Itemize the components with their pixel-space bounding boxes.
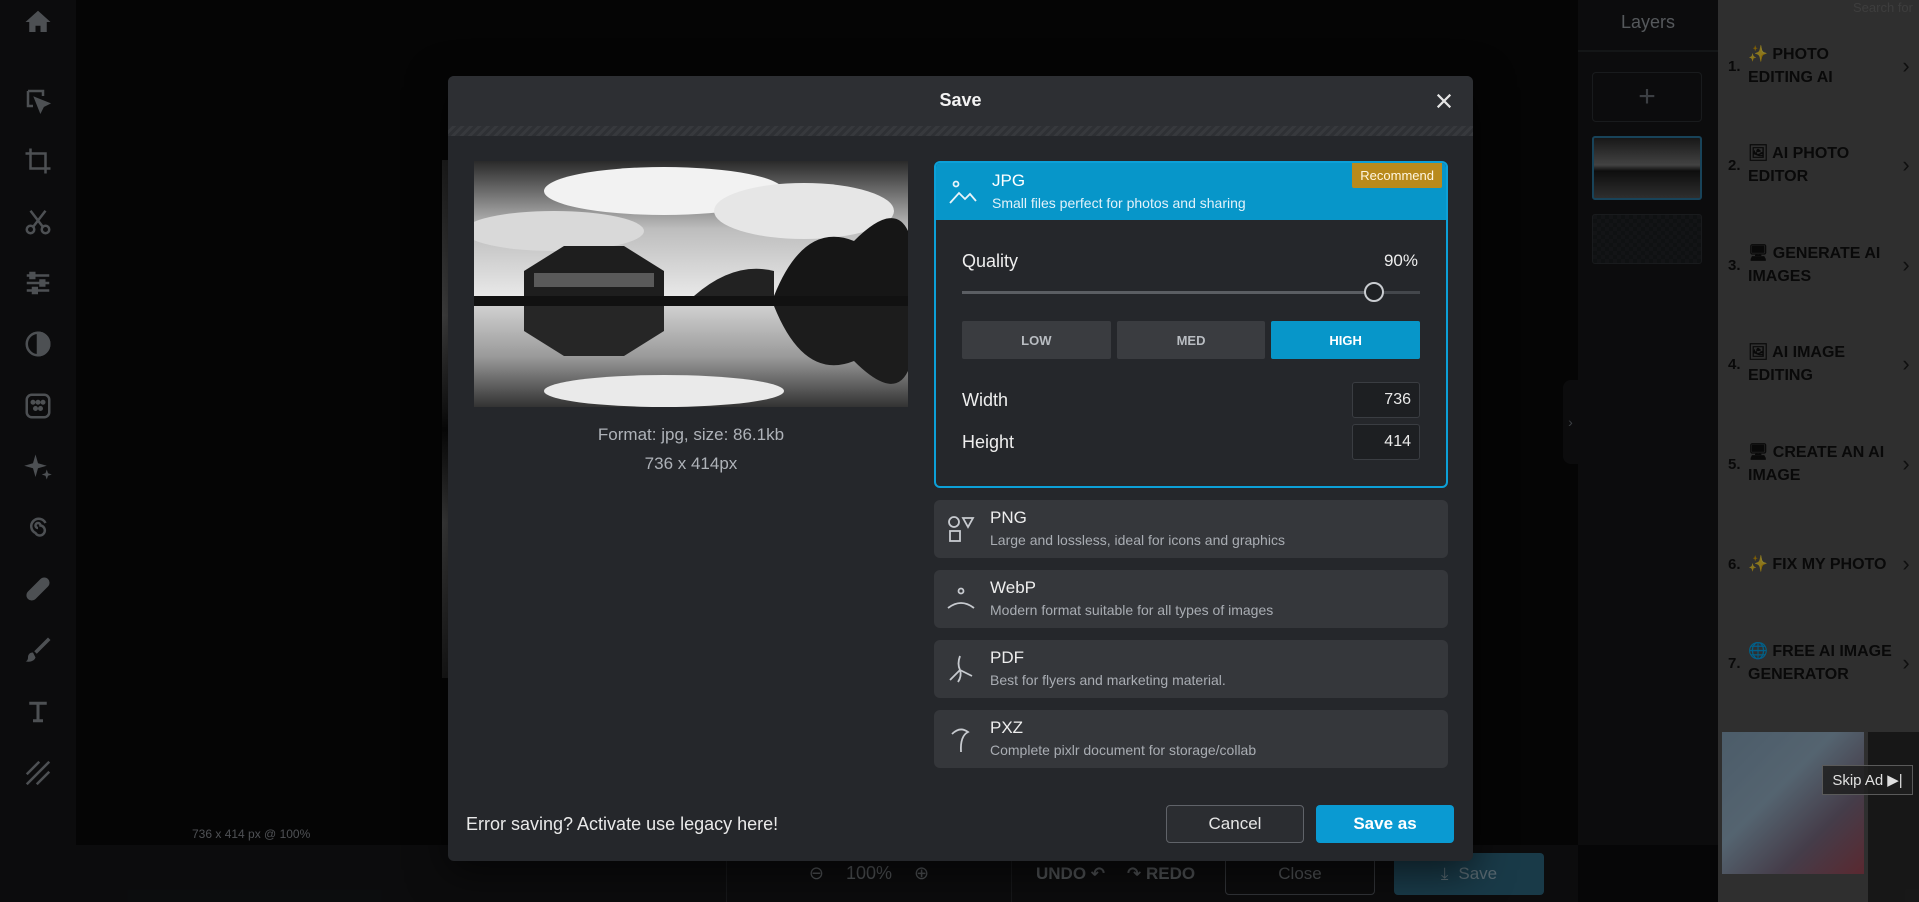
dialog-header: Save xyxy=(448,76,1473,126)
format-name: PXZ xyxy=(990,718,1024,737)
save-dialog: Save Format: jpg, size: 86.1kb 736 x 414… xyxy=(448,76,1473,861)
preview-size-text: 736 x 414px xyxy=(644,454,738,473)
quality-value: 90% xyxy=(1383,251,1418,270)
format-description: Large and lossless, ideal for icons and … xyxy=(990,532,1285,548)
quality-med-button[interactable]: MED xyxy=(1116,321,1266,359)
quality-presets: LOW MED HIGH xyxy=(962,321,1421,359)
shapes-icon xyxy=(946,514,976,544)
pixlr-editor: 736 x 414 px @ 100% ⊖ 100% ⊕ UNDO ↶ ↷ RE… xyxy=(0,0,1919,902)
quality-slider-fill xyxy=(962,291,1375,294)
preview-format-text: Format: jpg, size: 86.1kb xyxy=(597,425,785,444)
preview-photo-icon xyxy=(474,161,908,407)
format-description: Best for flyers and marketing material. xyxy=(990,672,1226,688)
quality-label: Quality xyxy=(962,251,1019,271)
pixlr-icon xyxy=(946,724,976,754)
format-option-pxz[interactable]: PXZ Complete pixlr document for storage/… xyxy=(934,710,1448,768)
close-icon[interactable] xyxy=(1431,88,1457,114)
format-option-pdf[interactable]: PDF Best for flyers and marketing materi… xyxy=(934,640,1448,698)
use-legacy-link[interactable]: Error saving? Activate use legacy here! xyxy=(466,814,778,835)
pdf-icon xyxy=(946,654,976,684)
format-option-jpg[interactable]: JPG Small files perfect for photos and s… xyxy=(936,163,1446,220)
format-option-jpg-expanded: JPG Small files perfect for photos and s… xyxy=(934,161,1448,488)
save-as-button[interactable]: Save as xyxy=(1316,805,1454,843)
cancel-button[interactable]: Cancel xyxy=(1166,805,1304,843)
quality-high-button[interactable]: HIGH xyxy=(1271,321,1421,359)
format-name: PNG xyxy=(990,508,1027,527)
image-preview xyxy=(474,161,908,407)
webp-landscape-icon xyxy=(946,584,976,614)
format-description: Small files perfect for photos and shari… xyxy=(992,195,1246,211)
width-label: Width xyxy=(962,390,1009,410)
recommend-badge: Recommend xyxy=(1352,163,1442,188)
width-input[interactable] xyxy=(1352,382,1420,418)
height-label: Height xyxy=(962,432,1015,452)
quality-slider[interactable] xyxy=(962,282,1420,302)
preview-info: Format: jpg, size: 86.1kb 736 x 414px xyxy=(474,420,908,478)
landscape-icon xyxy=(948,177,978,207)
format-name: JPG xyxy=(992,171,1026,190)
skip-ad-button[interactable]: Skip Ad ▶| xyxy=(1822,765,1913,795)
format-option-png[interactable]: PNG Large and lossless, ideal for icons … xyxy=(934,500,1448,558)
skip-icon: ▶| xyxy=(1887,772,1903,789)
skip-ad-label: Skip Ad xyxy=(1832,771,1884,789)
format-name: PDF xyxy=(990,648,1024,667)
format-name: WebP xyxy=(990,578,1036,597)
header-divider xyxy=(448,126,1473,136)
dialog-title: Save xyxy=(939,90,982,110)
height-input[interactable] xyxy=(1352,424,1420,460)
quality-low-button[interactable]: LOW xyxy=(962,321,1111,359)
quality-slider-thumb[interactable] xyxy=(1364,282,1385,302)
format-description: Complete pixlr document for storage/coll… xyxy=(990,742,1257,758)
format-description: Modern format suitable for all types of … xyxy=(990,602,1274,618)
format-option-webp[interactable]: WebP Modern format suitable for all type… xyxy=(934,570,1448,628)
